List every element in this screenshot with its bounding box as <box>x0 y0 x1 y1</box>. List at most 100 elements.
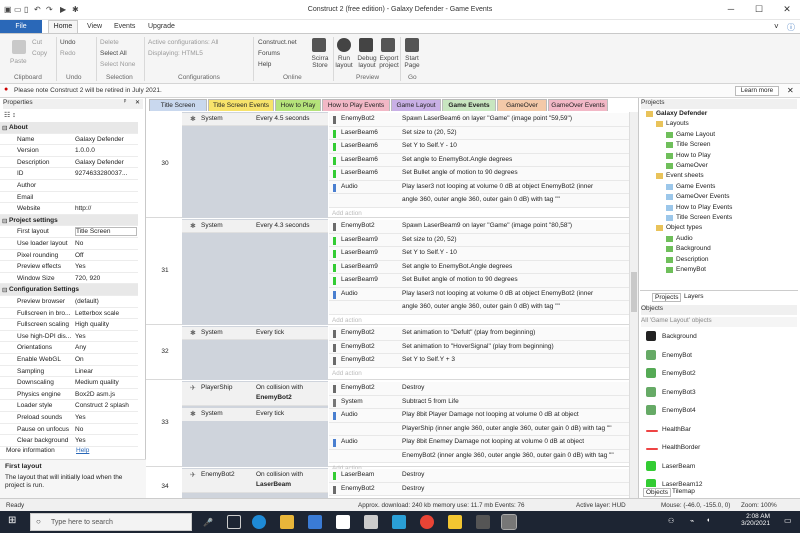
property-value[interactable]: High quality <box>75 321 137 328</box>
collapse-icon[interactable]: ⊟ <box>2 217 7 225</box>
action-row[interactable]: LaserBeam6 Set Bullet angle of motion to … <box>329 167 630 181</box>
tab-file[interactable]: File <box>0 20 42 33</box>
object-item[interactable]: EnemyBot4 <box>640 403 790 420</box>
scrollbar-thumb[interactable] <box>631 272 637 312</box>
property-value[interactable]: Linear <box>75 368 137 375</box>
photos-icon[interactable] <box>364 515 378 529</box>
property-value[interactable]: Galaxy Defender <box>75 159 137 166</box>
action-row[interactable]: System Subtract 5 from Life <box>329 395 630 409</box>
action-row[interactable]: LaserBeam9 Set angle to EnemyBot.Angle de… <box>329 260 630 274</box>
action-row[interactable]: LaserBeam9 Set Y to Self.Y - 10 <box>329 247 630 261</box>
tab-projects[interactable]: Projects <box>652 293 682 302</box>
property-row[interactable]: Version 1.0.0.0 <box>0 145 138 157</box>
export-project-button[interactable]: Export project <box>377 55 401 69</box>
property-row[interactable]: ID 9274633280037... <box>0 168 138 180</box>
tab-tilemap[interactable]: Tilemap <box>672 488 695 495</box>
property-value[interactable]: Any <box>75 344 137 351</box>
add-action-link[interactable]: Add action <box>332 210 362 217</box>
property-value[interactable]: No <box>75 426 137 433</box>
property-row[interactable]: Pixel rounding Off <box>0 250 138 262</box>
property-row[interactable]: Preview browser (default) <box>0 296 138 308</box>
property-row[interactable]: Email <box>0 192 138 204</box>
property-value[interactable]: Medium quality <box>75 379 137 386</box>
property-value[interactable]: Yes <box>75 333 137 340</box>
property-row[interactable]: Downscaling Medium quality <box>0 377 138 389</box>
collapse-icon[interactable]: ⊟ <box>2 286 7 294</box>
objects-filter[interactable]: All 'Game Layout' objects <box>641 317 797 327</box>
collapse-icon[interactable]: ⊟ <box>2 124 7 132</box>
start-page-button[interactable]: Start Page <box>402 55 422 69</box>
action-row[interactable]: LaserBeam Destroy <box>329 469 630 483</box>
cut-button[interactable]: Cut <box>32 39 42 46</box>
paste-button[interactable]: Paste <box>10 58 27 65</box>
taskbar-clock[interactable]: 2:08 AM 3/20/2021 <box>734 513 770 527</box>
action-row[interactable]: PlayerShip (inner angle 360, outer angle… <box>329 422 630 436</box>
property-value[interactable]: (default) <box>75 298 137 305</box>
windows-start-icon[interactable]: ⊞ <box>8 515 16 526</box>
condition-row[interactable]: ✱ System Every tick <box>182 408 328 421</box>
property-value[interactable]: Galaxy Defender <box>75 136 137 143</box>
tab-gameover[interactable]: GameOver <box>497 99 547 111</box>
event-scrollbar[interactable] <box>629 112 638 498</box>
network-icon[interactable]: ⌁ <box>690 517 694 525</box>
task-view-icon[interactable] <box>227 515 241 529</box>
object-item[interactable]: Background <box>640 329 790 346</box>
object-item[interactable]: HealthBorder <box>640 440 790 457</box>
action-row[interactable]: EnemyBot2 Set Y to Self.Y + 3 <box>329 354 630 368</box>
action-row[interactable]: LaserBeam6 Set Y to Self.Y - 10 <box>329 140 630 154</box>
collapse-ribbon-icon[interactable]: ˅ <box>774 22 779 31</box>
info-icon[interactable]: ⓘ <box>787 22 795 33</box>
app-icon-dark[interactable] <box>476 515 490 529</box>
property-row[interactable]: Description Galaxy Defender <box>0 157 138 169</box>
tab-how-to-play-events[interactable]: How to Play Events <box>322 99 390 111</box>
property-row[interactable]: Fullscreen in bro... Letterbox scale <box>0 308 138 320</box>
learn-more-button[interactable]: Learn more <box>735 86 779 96</box>
chrome-icon[interactable] <box>420 515 434 529</box>
undo-button[interactable]: Undo <box>60 39 76 46</box>
select-none-button[interactable]: Select None <box>100 61 135 68</box>
minimize-icon[interactable]: ─ <box>724 4 738 14</box>
property-value[interactable]: 9274633280037... <box>75 170 137 177</box>
help-link[interactable]: Help <box>76 447 89 454</box>
select-all-button[interactable]: Select All <box>100 50 127 57</box>
file-explorer-icon[interactable] <box>280 515 294 529</box>
action-row[interactable]: Audio Play laser3 not looping at volume 0… <box>329 287 630 301</box>
property-row[interactable]: Use high-DPI dis... Yes <box>0 331 138 343</box>
property-value[interactable]: http:// <box>75 205 137 212</box>
condition-row[interactable]: ✱ System Every 4.5 seconds <box>182 113 328 126</box>
action-row[interactable]: LaserBeam6 Set size to (20, 52) <box>329 126 630 140</box>
property-value[interactable]: Letterbox scale <box>75 310 137 317</box>
debug-layout-button[interactable]: Debug layout <box>355 55 379 69</box>
action-row[interactable]: Audio Play laser3 not looping at volume 0… <box>329 180 630 194</box>
action-row[interactable]: EnemyBot2 Spawn LaserBeam9 on layer "Game… <box>329 220 630 234</box>
object-item[interactable]: LaserBeam12 <box>640 477 790 487</box>
property-value[interactable]: 720, 920 <box>75 275 137 282</box>
copy-button[interactable]: Copy <box>32 50 47 57</box>
maximize-icon[interactable]: ☐ <box>752 4 766 15</box>
action-row[interactable]: angle 360, outer angle 360, outer gain 0… <box>329 301 630 315</box>
close-icon[interactable]: ✕ <box>780 4 794 15</box>
action-row[interactable]: LaserBeam9 Set Bullet angle of motion to … <box>329 274 630 288</box>
condition-row[interactable]: ✱ System Every 4.3 seconds <box>182 220 328 233</box>
people-icon[interactable]: ⚇ <box>668 517 674 525</box>
action-row[interactable]: EnemyBot2 Destroy <box>329 382 630 396</box>
construct2-taskbar-icon[interactable] <box>501 514 517 530</box>
tab-title-screen[interactable]: Title Screen <box>149 99 207 111</box>
tab-game-events[interactable]: Game Events <box>442 99 496 111</box>
tab-layers[interactable]: Layers <box>684 293 704 300</box>
tab-view[interactable]: View <box>87 23 102 30</box>
delete-button[interactable]: Delete <box>100 39 119 46</box>
object-item[interactable]: EnemyBot2 <box>640 366 790 383</box>
close-notice-icon[interactable]: ✕ <box>787 86 794 95</box>
add-action-link[interactable]: Add action <box>332 370 362 377</box>
construct-net-link[interactable]: Construct.net <box>258 39 297 46</box>
action-row[interactable]: EnemyBot2 (inner angle 360, outer angle … <box>329 449 630 463</box>
property-value[interactable]: Off <box>75 252 137 259</box>
property-row[interactable]: Author <box>0 180 138 192</box>
tab-game-layout[interactable]: Game Layout <box>391 99 441 111</box>
property-value[interactable]: No <box>75 240 137 247</box>
property-value[interactable]: Title Screen <box>75 227 137 237</box>
action-row[interactable]: angle 360, outer angle 360, outer gain 0… <box>329 194 630 208</box>
condition-row[interactable]: ✈ EnemyBot2 On collision with LaserBeam <box>182 469 328 493</box>
condition-row[interactable]: ✈ PlayerShip On collision with EnemyBot2 <box>182 382 328 406</box>
